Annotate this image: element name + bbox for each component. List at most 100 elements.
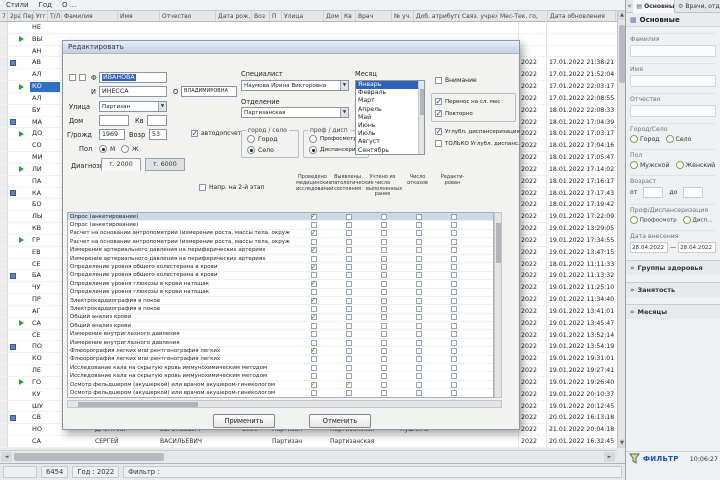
exam-checkbox[interactable]: [380, 222, 387, 229]
exam-checkbox[interactable]: [345, 389, 352, 396]
exam-checkbox[interactable]: [310, 263, 317, 271]
exam-checkbox[interactable]: [345, 373, 352, 380]
apt-input[interactable]: [147, 115, 167, 126]
month-listbox[interactable]: Январь Февраль Март Апрель Май Июнь Июль Август…: [355, 80, 425, 155]
exam-checkbox[interactable]: [345, 264, 352, 271]
apply-button[interactable]: Применить: [213, 414, 275, 428]
surname-filter-input[interactable]: [630, 45, 716, 57]
column-header[interactable]: Улица: [282, 11, 324, 21]
exam-checkbox[interactable]: [450, 213, 457, 220]
prof-radio[interactable]: Профосмотр: [630, 216, 677, 224]
exam-checkbox[interactable]: [450, 314, 457, 321]
exam-checkbox[interactable]: [345, 289, 352, 296]
exam-checkbox[interactable]: [380, 389, 387, 396]
exam-checkbox[interactable]: [345, 322, 352, 329]
exam-checkbox[interactable]: [415, 289, 422, 296]
exam-checkbox[interactable]: [345, 380, 352, 388]
exam-checkbox[interactable]: [450, 222, 457, 229]
exam-checkbox[interactable]: [310, 346, 317, 354]
city-radio[interactable]: Город: [247, 135, 278, 143]
panel-collapse-button[interactable]: «: [626, 2, 633, 10]
exam-checkbox[interactable]: [450, 289, 457, 296]
table-row[interactable]: НЕ: [0, 22, 617, 34]
patronymic-filter-input[interactable]: [630, 105, 716, 117]
exam-checkbox[interactable]: [415, 230, 422, 237]
exam-checkbox[interactable]: [380, 264, 387, 271]
exam-checkbox[interactable]: [380, 347, 387, 354]
exam-checkbox[interactable]: [380, 272, 387, 279]
exam-checkbox[interactable]: [310, 364, 317, 371]
month-item[interactable]: Февраль: [356, 89, 424, 97]
exam-checkbox[interactable]: [415, 314, 422, 321]
exam-checkbox[interactable]: [380, 373, 387, 380]
exam-checkbox[interactable]: [345, 280, 352, 287]
table-row[interactable]: СЕРГЕЙ ВАСИЛЬЕВИЧ Партизан Партизанская: [0, 436, 617, 448]
female-radio[interactable]: Женский: [675, 161, 715, 169]
exam-checkbox[interactable]: [310, 289, 317, 296]
column-header[interactable]: Дом: [324, 11, 342, 21]
exam-checkbox[interactable]: [450, 297, 457, 304]
exam-checkbox[interactable]: [380, 280, 387, 287]
exam-checkbox[interactable]: [380, 247, 387, 254]
exam-checkbox[interactable]: [380, 364, 387, 371]
exam-checkbox[interactable]: [450, 347, 457, 354]
month-item[interactable]: Май: [356, 114, 424, 122]
exam-checkbox[interactable]: [380, 322, 387, 329]
male-radio[interactable]: М: [99, 145, 115, 153]
exam-checkbox[interactable]: [345, 364, 352, 371]
exam-checkbox[interactable]: [345, 213, 352, 220]
scroll-thumb[interactable]: [420, 89, 424, 115]
exam-checkbox[interactable]: [380, 381, 387, 388]
exam-checkbox[interactable]: [345, 272, 352, 279]
exam-checkbox[interactable]: [310, 339, 317, 346]
column-header[interactable]: Доб. атрибуты: [414, 11, 460, 21]
exam-checkbox[interactable]: [345, 331, 352, 338]
section-months[interactable]: » Месяцы: [626, 304, 720, 319]
carry-checkbox[interactable]: Перенос на сл. мес: [435, 97, 500, 106]
exam-checkbox[interactable]: [415, 339, 422, 346]
column-header[interactable]: Связ. учрежд.: [460, 11, 498, 21]
section-health-groups[interactable]: » Группы здоровья: [626, 260, 720, 275]
column-header[interactable]: Имя: [118, 11, 160, 21]
exam-checkbox[interactable]: [415, 280, 422, 287]
male-radio[interactable]: Мужской: [630, 161, 670, 169]
surname-input[interactable]: ИВАНОВА: [99, 72, 167, 83]
exam-checkbox[interactable]: [380, 255, 387, 262]
exam-checkbox[interactable]: [415, 347, 422, 354]
exam-checkbox[interactable]: [380, 314, 387, 321]
exam-checkbox[interactable]: [380, 230, 387, 237]
exam-horizontal-scrollbar[interactable]: [67, 400, 502, 408]
disp-radio[interactable]: Дисп...: [682, 216, 713, 224]
exam-vertical-scrollbar[interactable]: [494, 212, 502, 398]
exam-checkbox[interactable]: [450, 280, 457, 287]
exam-checkbox[interactable]: [415, 331, 422, 338]
exam-checkbox[interactable]: [310, 389, 317, 396]
exam-checkbox[interactable]: [450, 272, 457, 279]
column-header[interactable]: Пер: [21, 11, 34, 21]
prof-radio[interactable]: Профосмотр: [309, 135, 357, 143]
month-item[interactable]: Июль: [356, 130, 424, 138]
exam-checkbox[interactable]: [415, 364, 422, 371]
column-header[interactable]: 7: [0, 11, 8, 21]
village-radio[interactable]: Село: [665, 135, 691, 143]
exam-checkbox[interactable]: [380, 339, 387, 346]
section-employment[interactable]: » Занятость: [626, 282, 720, 297]
scroll-thumb[interactable]: [14, 453, 164, 461]
repeat-checkbox[interactable]: Повторно: [435, 109, 473, 118]
column-header[interactable]: П: [270, 11, 282, 21]
birth-year-input[interactable]: 1969: [99, 129, 125, 140]
date-from-input[interactable]: 28.04.2022: [630, 242, 668, 253]
column-header[interactable]: Воз: [252, 11, 270, 21]
menu-item[interactable]: Стили: [6, 1, 29, 9]
age-from-input[interactable]: [643, 187, 664, 198]
exam-checkbox[interactable]: [310, 255, 317, 262]
exam-checkbox[interactable]: [450, 381, 457, 388]
house-input[interactable]: [99, 115, 129, 126]
column-header[interactable]: № уч.: [392, 11, 414, 21]
exam-checkbox[interactable]: [415, 213, 422, 220]
exam-checkbox[interactable]: [345, 297, 352, 304]
tab-main[interactable]: ▤ Основные: [633, 0, 676, 13]
exam-checkbox[interactable]: [415, 255, 422, 262]
exam-checkbox[interactable]: [310, 322, 317, 329]
exam-checkbox[interactable]: [310, 373, 317, 380]
